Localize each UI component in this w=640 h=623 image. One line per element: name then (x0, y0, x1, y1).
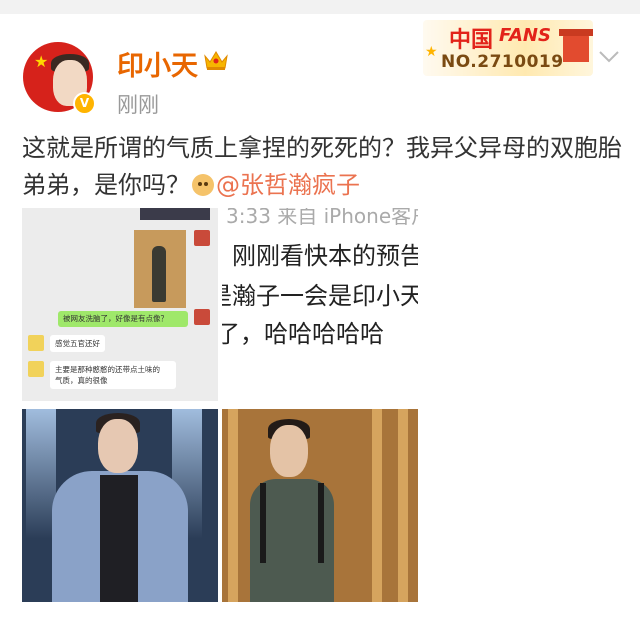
chevron-down-icon[interactable] (598, 50, 620, 64)
background-stripe (398, 409, 408, 602)
fans-badge[interactable]: ★ 中国 FANS NO.2710019 (423, 20, 593, 76)
badge-star-icon: ★ (425, 44, 438, 60)
chat-reply-2-line1: 主要是那种憨憨的还带点土味的 (55, 365, 160, 374)
post-image-portrait-photo[interactable] (222, 409, 418, 602)
user-name[interactable]: 印小天 (117, 44, 198, 83)
chat-top-photo (140, 208, 210, 220)
fans-badge-number: NO.2710019 (441, 52, 564, 72)
verified-badge-icon: V (73, 92, 96, 115)
screenshot-line-1: 刚刚看快本的预告 (232, 242, 418, 270)
post-image-chat[interactable]: 被网友洗脑了，好像是有点像？ 感觉五官还好 主要是那种憨憨的还带点土味的 气质，… (22, 208, 218, 401)
photo-strap (260, 483, 266, 563)
fans-badge-fans: FANS (499, 25, 551, 46)
top-strip (0, 0, 640, 14)
doge-emoji-icon (192, 174, 214, 196)
post-image-stage-photo[interactable] (22, 409, 218, 602)
chat-reply-1: 感觉五官还好 (50, 335, 105, 352)
chat-reply-2: 主要是那种憨憨的还带点土味的 气质，真的很像 (50, 361, 176, 389)
post-image-screenshot[interactable]: 3:33 来自 iPhone客户 刚刚看快本的预告 是瀚子一会是印小天 了，哈哈… (222, 208, 418, 401)
post-text: 这就是所谓的气质上拿捏的死死的？我异父异母的双胞胎弟弟，是你吗？ @张哲瀚疯子 (22, 130, 622, 204)
tiananmen-icon (559, 29, 593, 62)
mention-link[interactable]: @张哲瀚疯子 (216, 171, 360, 199)
chat-avatar-left (28, 335, 44, 351)
photo-shirt (100, 475, 138, 602)
chat-green-bubble: 被网友洗脑了，好像是有点像？ (58, 311, 188, 327)
flag-star-icon: ★ (34, 52, 49, 71)
chat-avatar-right (194, 230, 210, 246)
background-stripe (372, 409, 382, 602)
post-time: 刚刚 (117, 93, 159, 117)
fans-badge-china: 中国 (449, 28, 494, 53)
chat-avatar-right-2 (194, 309, 210, 325)
screenshot-line-2: 是瀚子一会是印小天 (222, 282, 418, 310)
photo-strap (318, 483, 324, 563)
photo-figure (152, 246, 166, 302)
chat-avatar-left-2 (28, 361, 44, 377)
photo-head (98, 419, 138, 473)
background-stripe (228, 409, 238, 602)
screenshot-line-3: 了，哈哈哈哈哈 (222, 320, 384, 348)
crown-icon (204, 51, 228, 70)
photo-head (270, 425, 308, 477)
chat-photo-bubble (134, 230, 186, 308)
screenshot-header: 3:33 来自 iPhone客户 (226, 208, 418, 228)
chat-reply-2-line2: 气质，真的很像 (55, 376, 108, 385)
